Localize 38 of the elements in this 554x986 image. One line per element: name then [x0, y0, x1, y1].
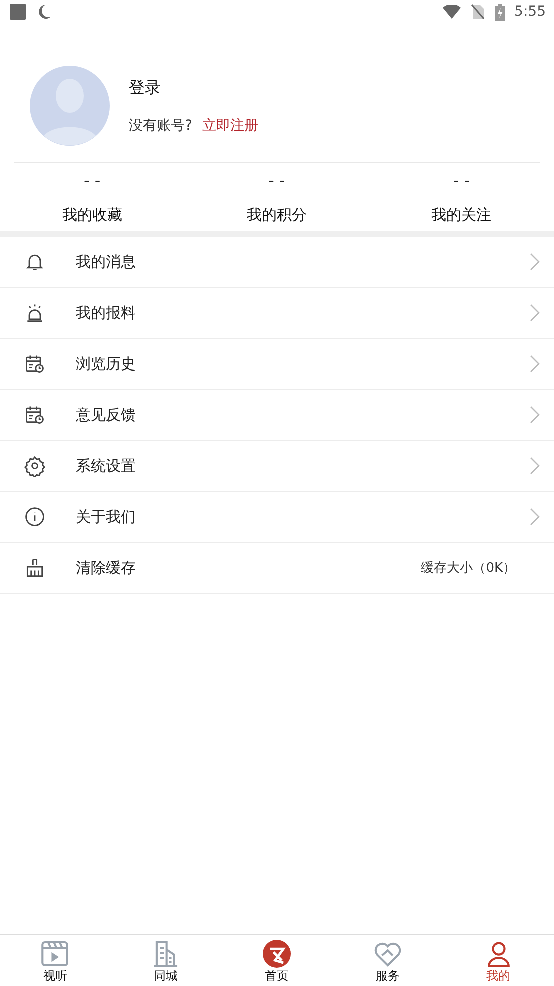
handshake-heart-icon — [374, 940, 402, 968]
menu-item[interactable]: 清除缓存 缓存大小（0K） — [0, 543, 554, 594]
register-link[interactable]: 立即注册 — [202, 116, 258, 134]
stat-value: - - — [453, 171, 470, 190]
wifi-icon — [442, 5, 461, 19]
stat-label[interactable]: 我的积分 — [246, 206, 307, 225]
calendar-clock-icon — [24, 353, 46, 375]
settings-icon — [24, 455, 46, 477]
cache-size: 缓存大小（0K） — [421, 560, 516, 577]
stat-value: - - — [268, 171, 286, 190]
menu-item[interactable]: 我的报料 — [0, 288, 554, 339]
moon-icon — [36, 4, 52, 20]
menu-item[interactable]: 关于我们 — [0, 492, 554, 543]
info-icon — [24, 506, 46, 528]
building-icon — [152, 940, 180, 968]
menu-item[interactable]: 意见反馈 — [0, 390, 554, 441]
stat-label[interactable]: 我的收藏 — [62, 206, 122, 225]
nav-tab[interactable]: 我的 — [443, 935, 554, 986]
menu-item[interactable]: 浏览历史 — [0, 339, 554, 390]
calendar-clock-icon — [24, 404, 46, 426]
battery-icon — [494, 4, 505, 20]
no-account-prompt: 没有账号? — [129, 116, 192, 134]
status-time: 5:55 — [514, 4, 546, 20]
avatar[interactable] — [30, 66, 110, 146]
nav-tab[interactable]: 首页 — [222, 935, 332, 986]
nav-tab[interactable]: 视听 — [0, 935, 111, 986]
login-title[interactable]: 登录 — [129, 78, 258, 98]
no-sim-icon — [470, 4, 485, 20]
menu-item[interactable]: 我的消息 — [0, 237, 554, 288]
broom-icon — [24, 557, 46, 579]
stat-label[interactable]: 我的关注 — [432, 206, 492, 225]
nav-tab[interactable]: 同城 — [110, 935, 222, 986]
nav-tab[interactable]: 服务 — [332, 935, 444, 986]
video-icon — [41, 940, 70, 968]
logo-icon — [262, 940, 291, 968]
menu-item[interactable]: 系统设置 — [0, 441, 554, 492]
square-icon — [10, 4, 26, 20]
stat-value: - - — [84, 171, 101, 190]
